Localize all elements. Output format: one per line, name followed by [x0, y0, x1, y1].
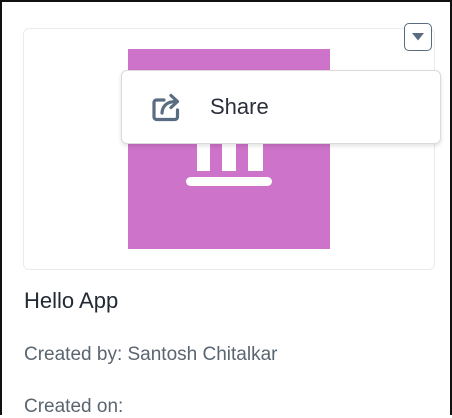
created-by-text: Created by: Santosh Chitalkar — [24, 344, 278, 365]
menu-item-share-label: Share — [210, 94, 269, 119]
menu-item-share[interactable]: Share — [122, 71, 440, 143]
app-title[interactable]: Hello App — [24, 288, 118, 314]
dropdown-button[interactable] — [404, 23, 432, 51]
app-tile: Share Hello App Created by: Santosh Chit… — [0, 0, 452, 417]
chevron-down-icon — [412, 33, 424, 41]
app-icon-base — [186, 177, 272, 186]
share-icon — [152, 93, 180, 122]
dropdown-menu: Share — [121, 70, 441, 144]
